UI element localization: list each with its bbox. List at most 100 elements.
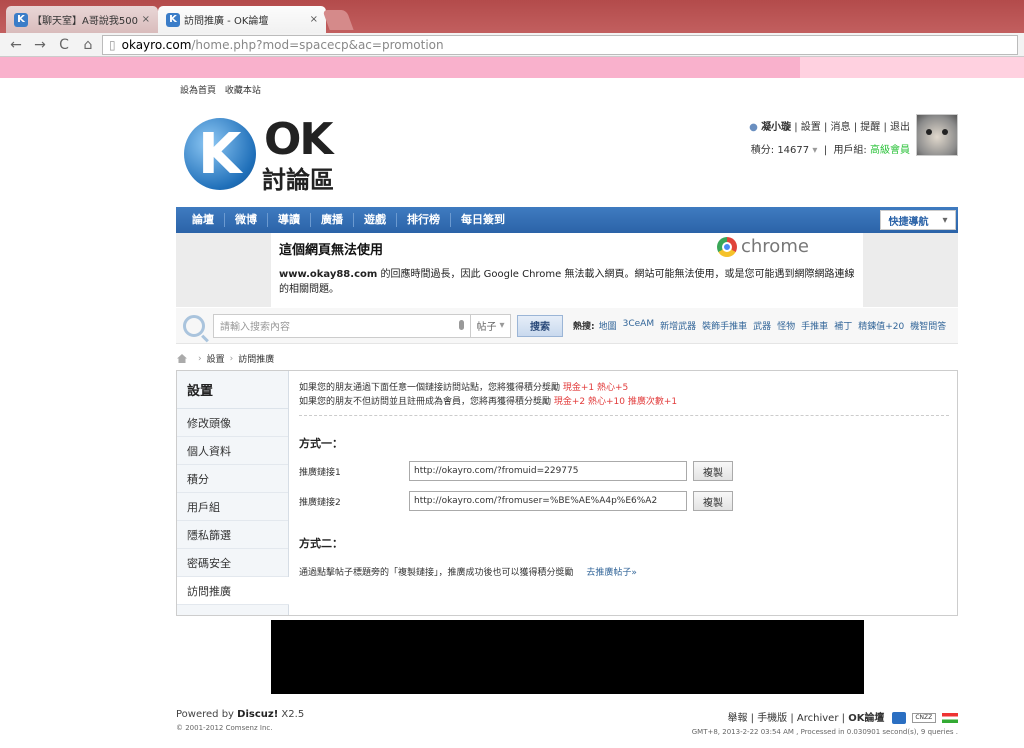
hot-keyword[interactable]: 補丁 [834,319,852,332]
bookmark-link[interactable]: 收藏本站 [225,86,261,96]
site-name-link[interactable]: OK論壇 [848,713,884,724]
sidebar-item-usergroup[interactable]: 用戶組 [177,493,288,521]
promo-link-label: 推廣鏈接1 [299,467,341,478]
copyright: © 2001-2012 Comsenz Inc. [176,724,273,732]
home-icon[interactable] [177,354,187,363]
browser-tab-1[interactable]: K 【聊天室】A哥說我500了 × [6,6,158,33]
archiver-link[interactable]: Archiver [797,713,839,724]
breadcrumb-current[interactable]: 訪問推廣 [238,352,274,365]
copy-button[interactable]: 複製 [693,461,733,481]
user-group-value[interactable]: 高級會員 [870,145,910,156]
sidebar-item-avatar[interactable]: 修改頭像 [177,409,288,437]
error-panel: 這個網頁無法使用 chrome www.okay88.com 的回應時間過長，因… [271,233,863,307]
close-tab-icon[interactable]: × [310,14,318,25]
nav-item-ranking[interactable]: 排行榜 [397,213,451,227]
hot-keyword[interactable]: 怪物 [777,319,795,332]
logout-link[interactable]: 退出 [890,122,910,133]
chrome-logo: chrome [717,236,809,257]
url-host: okayro.com [121,37,192,52]
divider [299,415,949,416]
avatar[interactable] [916,114,958,156]
promotion-main: 如果您的朋友通過下面任意一個鏈接訪問站點，您將獲得積分獎勵 現金+1 熱心+5 … [299,371,949,578]
settings-sidebar: 設置 修改頭像 個人資料 積分 用戶組 隱私篩選 密碼安全 訪問推廣 [177,371,289,615]
hot-keyword[interactable]: 地圖 [599,319,617,332]
method-two-text: 通過點擊帖子標題旁的「複製鏈接」，推廣成功後也可以獲得積分獎勵 去推廣帖子» [299,565,637,578]
method-two-description: 通過點擊帖子標題旁的「複製鏈接」，推廣成功後也可以獲得積分獎勵 [299,568,574,578]
sidebar-item-credits[interactable]: 積分 [177,465,288,493]
promo-link-label: 推廣鏈接2 [299,497,341,508]
stats-badge-icon[interactable] [942,713,958,723]
browser-tabbar: K 【聊天室】A哥說我500了 × K 訪問推廣 - OK論壇 × [0,0,1024,33]
notices-link[interactable]: 提醒 [860,122,880,133]
chevron-down-icon[interactable]: ▾ [812,145,817,156]
hot-keyword[interactable]: 3CeAM [623,319,654,332]
nav-item-guide[interactable]: 導讀 [268,213,311,227]
browser-tab-2-active[interactable]: K 訪問推廣 - OK論壇 × [158,6,326,33]
search-type-value: 帖子 [476,322,497,333]
forward-arrow-icon[interactable]: → [30,37,50,53]
sidebar-item-password[interactable]: 密碼安全 [177,549,288,577]
nav-item-forum[interactable]: 論壇 [182,213,225,227]
promo-link-field[interactable]: http://okayro.com/?fromuser=%BE%AE%A4p%E… [409,491,687,511]
username-link[interactable]: 凝小璇 [761,122,791,133]
search-button[interactable]: 搜索 [517,314,563,337]
hot-keyword[interactable]: 新增武器 [660,319,696,332]
credits-label[interactable]: 積分: 14677 [751,145,809,156]
promo-link-row-1: 推廣鏈接1 http://okayro.com/?fromuid=229775 … [299,461,733,481]
nav-item-checkin[interactable]: 每日簽到 [451,213,515,227]
microphone-icon[interactable] [459,319,464,330]
discuz-link[interactable]: Discuz! [237,709,278,720]
search-input[interactable]: 請輸入搜索內容 [213,313,471,338]
sidebar-item-profile[interactable]: 個人資料 [177,437,288,465]
logo-forum: 討論區 [262,166,334,194]
quick-nav-button[interactable]: 快捷導航 ▾ [880,210,956,230]
nav-item-broadcast[interactable]: 廣播 [311,213,354,227]
address-bar[interactable]: ▯ okayro.com /home.php?mod=spacecp&ac=pr… [102,34,1018,55]
sidebar-item-promotion[interactable]: 訪問推廣 [177,577,289,605]
reward-notes: 如果您的朋友通過下面任意一個鏈接訪問站點，您將獲得積分獎勵 現金+1 熱心+5 … [299,381,949,409]
site-logo[interactable]: K OK 討論區 [184,112,344,194]
settings-panel: 設置 修改頭像 個人資料 積分 用戶組 隱私篩選 密碼安全 訪問推廣 如果您的朋… [176,370,958,616]
promo-link-row-2: 推廣鏈接2 http://okayro.com/?fromuser=%BE%AE… [299,491,733,511]
note-register-reward: 現金+2 熱心+10 推廣次數+1 [553,397,678,407]
breadcrumb-separator: › [198,353,202,364]
copy-button[interactable]: 複製 [693,491,733,511]
breadcrumb-settings[interactable]: 設置 [207,352,225,365]
home-icon[interactable]: ⌂ [78,37,98,53]
set-homepage-link[interactable]: 設為首頁 [180,86,216,96]
settings-link[interactable]: 設置 [801,122,821,133]
hot-keyword[interactable]: 精鍊值+20 [858,319,904,332]
sidebar-item-privacy[interactable]: 隱私篩選 [177,521,288,549]
mobile-link[interactable]: 手機版 [757,713,787,724]
chrome-icon [717,236,737,257]
hot-keyword[interactable]: 機智問答 [910,319,946,332]
report-link[interactable]: 舉報 [727,713,747,724]
ad-frame: 這個網頁無法使用 chrome www.okay88.com 的回應時間過長，因… [176,233,958,307]
search-placeholder: 請輸入搜索內容 [220,322,290,333]
messages-link[interactable]: 消息 [831,122,851,133]
breadcrumb-separator: › [229,353,234,364]
nav-item-weibo[interactable]: 微博 [225,213,268,227]
nav-item-games[interactable]: 遊戲 [354,213,397,227]
black-ad-area [271,620,864,694]
reload-icon[interactable]: C [54,37,74,53]
footer-right: 舉報 | 手機版 | Archiver | OK論壇 CNZZ GMT+8, 2… [640,709,958,736]
error-domain: www.okay88.com [279,269,378,280]
search-type-select[interactable]: 帖子 ▾ [471,313,511,338]
tab-title: 【聊天室】A哥說我500了 [32,16,138,27]
site-badge-icon[interactable] [891,712,906,724]
cnzz-badge[interactable]: CNZZ [911,713,936,723]
hot-keyword[interactable]: 裝飾手推車 [702,319,747,332]
close-tab-icon[interactable]: × [142,14,150,25]
sidebar-title: 設置 [177,371,288,409]
quick-nav-label: 快捷導航 [888,216,929,228]
hot-keyword[interactable]: 武器 [753,319,771,332]
back-arrow-icon[interactable]: ← [6,37,26,53]
promote-thread-link[interactable]: 去推廣帖子» [586,568,637,578]
error-title: 這個網頁無法使用 [279,243,384,258]
promo-link-field[interactable]: http://okayro.com/?fromuid=229775 [409,461,687,481]
new-tab-button[interactable] [322,10,354,30]
user-panel: ● 凝小璇 | 設置 | 消息 | 提醒 | 退出 積分: 14677 ▾ | … [749,122,910,156]
hot-keyword[interactable]: 手推車 [801,319,828,332]
chevron-down-icon: ▾ [499,320,505,331]
